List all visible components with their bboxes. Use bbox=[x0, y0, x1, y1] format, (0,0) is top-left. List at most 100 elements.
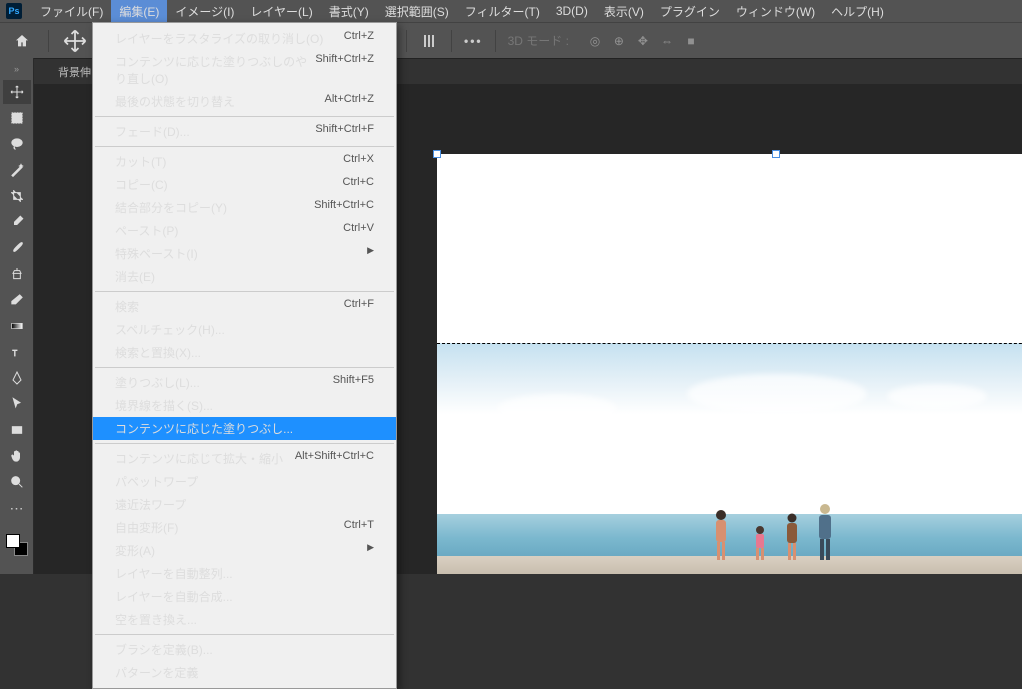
person bbox=[784, 513, 800, 564]
menu-item[interactable]: 変形(A) bbox=[93, 539, 396, 562]
transform-handle[interactable] bbox=[433, 150, 441, 158]
menu-item-label: 消去(E) bbox=[115, 268, 155, 285]
menu-item-label: ブラシを定義(B)... bbox=[115, 641, 213, 658]
menu-item-label: 遠近法ワープ bbox=[115, 496, 186, 513]
menu-item[interactable]: 空を置き換え... bbox=[93, 608, 396, 631]
menu-item[interactable]: 特殊ペースト(I) bbox=[93, 242, 396, 265]
menu-filter[interactable]: フィルター(T) bbox=[457, 0, 548, 23]
menu-separator bbox=[95, 634, 394, 635]
separator bbox=[406, 30, 407, 52]
menu-item[interactable]: 検索Ctrl+F bbox=[93, 295, 396, 318]
menu-item-label: 空を置き換え... bbox=[115, 611, 197, 628]
menu-item-shortcut: Ctrl+C bbox=[343, 176, 374, 193]
move-tool[interactable] bbox=[3, 80, 31, 104]
menu-item[interactable]: 遠近法ワープ bbox=[93, 493, 396, 516]
menu-item-shortcut: Ctrl+T bbox=[344, 519, 374, 536]
eraser-tool[interactable] bbox=[3, 288, 31, 312]
menu-item[interactable]: 消去(E) bbox=[93, 265, 396, 288]
menu-item[interactable]: スペルチェック(H)... bbox=[93, 318, 396, 341]
menu-item-shortcut: Shift+Ctrl+F bbox=[315, 123, 374, 140]
menu-item-shortcut: Ctrl+X bbox=[343, 153, 374, 170]
crop-tool[interactable] bbox=[3, 184, 31, 208]
menu-item[interactable]: コンテンツに応じた塗りつぶし... bbox=[93, 417, 396, 440]
move-tool-icon[interactable] bbox=[61, 27, 89, 55]
transform-handle[interactable] bbox=[772, 150, 780, 158]
menu-separator bbox=[95, 367, 394, 368]
brush-tool[interactable] bbox=[3, 236, 31, 260]
menu-item[interactable]: 塗りつぶし(L)...Shift+F5 bbox=[93, 371, 396, 394]
menu-layer[interactable]: レイヤー(L) bbox=[242, 0, 320, 23]
menu-window[interactable]: ウィンドウ(W) bbox=[728, 0, 823, 23]
menu-item-shortcut: Shift+Ctrl+C bbox=[314, 199, 374, 216]
person bbox=[753, 525, 767, 564]
clone-stamp-tool[interactable] bbox=[3, 262, 31, 286]
zoom-tool[interactable] bbox=[3, 470, 31, 494]
separator bbox=[451, 30, 452, 52]
menu-item[interactable]: コンテンツに応じて拡大・縮小Alt+Shift+Ctrl+C bbox=[93, 447, 396, 470]
eyedropper-tool[interactable] bbox=[3, 210, 31, 234]
menu-item-label: 変形(A) bbox=[115, 542, 155, 559]
menu-item[interactable]: 検索と置換(X)... bbox=[93, 341, 396, 364]
menu-view[interactable]: 表示(V) bbox=[596, 0, 652, 23]
menu-plugin[interactable]: プラグイン bbox=[652, 0, 728, 23]
3d-slide-icon: ⇔ bbox=[657, 31, 677, 51]
menu-item-label: 結合部分をコピー(Y) bbox=[115, 199, 227, 216]
menu-item-label: コンテンツに応じた塗りつぶしのやり直し(O) bbox=[115, 53, 315, 87]
edit-toolbar-icon[interactable]: ⋯ bbox=[3, 496, 31, 520]
menu-item-label: コンテンツに応じた塗りつぶし... bbox=[115, 420, 293, 437]
menu-item[interactable]: 自由変形(F)Ctrl+T bbox=[93, 516, 396, 539]
menu-image[interactable]: イメージ(I) bbox=[167, 0, 242, 23]
menu-separator bbox=[95, 443, 394, 444]
color-swatch[interactable] bbox=[6, 534, 28, 556]
separator bbox=[48, 30, 49, 52]
menu-item-label: ペースト(P) bbox=[115, 222, 178, 239]
path-select-tool[interactable] bbox=[3, 392, 31, 416]
menu-item[interactable]: コンテンツに応じた塗りつぶしのやり直し(O)Shift+Ctrl+Z bbox=[93, 50, 396, 90]
menu-item[interactable]: ペースト(P)Ctrl+V bbox=[93, 219, 396, 242]
home-button[interactable] bbox=[8, 27, 36, 55]
magic-wand-tool[interactable] bbox=[3, 158, 31, 182]
toolbar-collapse-icon[interactable]: » bbox=[14, 64, 19, 74]
selection-marquee bbox=[437, 343, 1022, 344]
menu-item[interactable]: カット(T) Ctrl+X bbox=[93, 150, 396, 173]
menu-edit[interactable]: 編集(E) bbox=[111, 0, 167, 23]
menu-item-label: カット(T) bbox=[115, 153, 166, 170]
distribute-v-icon[interactable] bbox=[419, 31, 439, 51]
gradient-tool[interactable] bbox=[3, 314, 31, 338]
menu-item-label: レイヤーを自動合成... bbox=[115, 588, 233, 605]
menu-item-shortcut: Alt+Ctrl+Z bbox=[324, 93, 374, 110]
menu-item[interactable]: パペットワープ bbox=[93, 470, 396, 493]
menu-item-label: 最後の状態を切り替え bbox=[115, 93, 235, 110]
menu-item[interactable]: 境界線を描く(S)... bbox=[93, 394, 396, 417]
type-tool[interactable]: T bbox=[3, 340, 31, 364]
lasso-tool[interactable] bbox=[3, 132, 31, 156]
menu-item[interactable]: コピー(C)Ctrl+C bbox=[93, 173, 396, 196]
pen-tool[interactable] bbox=[3, 366, 31, 390]
person bbox=[712, 509, 730, 564]
menu-item[interactable]: ブラシを定義(B)... bbox=[93, 638, 396, 661]
more-options-icon[interactable]: ••• bbox=[464, 34, 483, 48]
menu-select[interactable]: 選択範囲(S) bbox=[377, 0, 457, 23]
menu-item-label: スペルチェック(H)... bbox=[115, 321, 225, 338]
3d-camera-icon: ■ bbox=[681, 31, 701, 51]
menu-item: パターンを定義 bbox=[93, 661, 396, 684]
menu-item-shortcut: Alt+Shift+Ctrl+C bbox=[295, 450, 374, 467]
rectangle-tool[interactable] bbox=[3, 418, 31, 442]
svg-text:T: T bbox=[12, 349, 17, 358]
menu-item[interactable]: レイヤーをラスタライズの取り消し(O)Ctrl+Z bbox=[93, 27, 396, 50]
3d-icons: ◎ ⊕ ✥ ⇔ ■ bbox=[585, 31, 701, 51]
menu-help[interactable]: ヘルプ(H) bbox=[823, 0, 892, 23]
menu-3d[interactable]: 3D(D) bbox=[548, 1, 596, 21]
extended-area bbox=[437, 154, 1022, 343]
3d-mode-label: 3D モード : bbox=[508, 32, 569, 49]
menu-item-label: 塗りつぶし(L)... bbox=[115, 374, 200, 391]
menu-item[interactable]: 結合部分をコピー(Y) Shift+Ctrl+C bbox=[93, 196, 396, 219]
menu-separator bbox=[95, 146, 394, 147]
menu-type[interactable]: 書式(Y) bbox=[321, 0, 377, 23]
menubar: Ps ファイル(F) 編集(E) イメージ(I) レイヤー(L) 書式(Y) 選… bbox=[0, 0, 1022, 22]
menu-item[interactable]: 最後の状態を切り替え Alt+Ctrl+Z bbox=[93, 90, 396, 113]
hand-tool[interactable] bbox=[3, 444, 31, 468]
marquee-tool[interactable] bbox=[3, 106, 31, 130]
menu-item-label: パターンを定義 bbox=[115, 664, 198, 681]
menu-file[interactable]: ファイル(F) bbox=[32, 0, 111, 23]
